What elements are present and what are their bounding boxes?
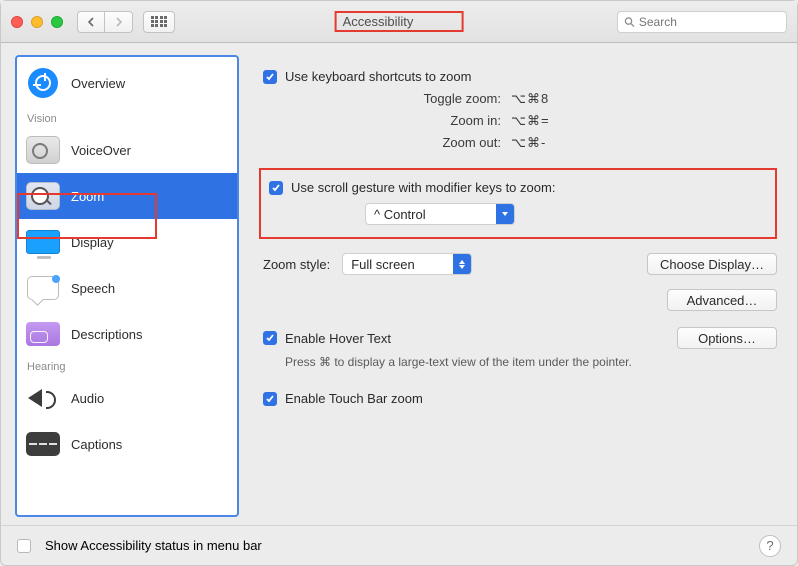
modifier-key-select[interactable]: ^ Control [365,203,515,225]
sidebar-item-voiceover[interactable]: VoiceOver [17,127,237,173]
sidebar-item-label: Overview [71,76,125,91]
search-icon [624,16,635,28]
scroll-gesture-group: Use scroll gesture with modifier keys to… [259,168,777,239]
touch-bar-checkbox[interactable] [263,392,277,406]
touch-bar-label: Enable Touch Bar zoom [285,391,423,406]
window-title: Accessibility [335,11,464,32]
status-menubar-checkbox[interactable] [17,539,31,553]
voiceover-icon [25,134,61,166]
fullscreen-window-button[interactable] [51,16,63,28]
chevron-updown-icon [453,253,471,275]
advanced-button[interactable]: Advanced… [667,289,777,311]
check-icon [265,72,275,82]
shortcut-label: Toggle zoom: [403,88,501,110]
sidebar-section-hearing: Hearing [17,357,237,375]
footer: Show Accessibility status in menu bar ? [1,525,797,565]
shortcut-value: ⌥⌘= [511,110,550,132]
search-field[interactable] [617,11,787,33]
chevron-down-icon [496,203,514,225]
sidebar: Overview Vision VoiceOver Zoom Display S… [15,55,239,517]
grid-icon [151,16,167,28]
use-shortcuts-label: Use keyboard shortcuts to zoom [285,69,471,84]
audio-icon [25,382,61,414]
sidebar-item-audio[interactable]: Audio [17,375,237,421]
scroll-gesture-checkbox[interactable] [269,181,283,195]
shortcut-label: Zoom out: [403,132,501,154]
forward-button[interactable] [105,11,133,33]
chevron-right-icon [115,17,123,27]
hover-text-label: Enable Hover Text [285,331,391,346]
zoom-style-row: Zoom style: Full screen Choose Display… [263,253,777,275]
shortcut-label: Zoom in: [403,110,501,132]
nav-buttons [77,11,133,33]
sidebar-item-label: Display [71,235,114,250]
sidebar-item-label: Captions [71,437,122,452]
status-menubar-label: Show Accessibility status in menu bar [45,538,262,553]
sidebar-item-speech[interactable]: Speech [17,265,237,311]
captions-icon [25,428,61,460]
shortcut-toggle-zoom: Toggle zoom: ⌥⌘8 [403,88,777,110]
choose-display-button[interactable]: Choose Display… [647,253,777,275]
sidebar-item-label: Speech [71,281,115,296]
sidebar-item-label: Zoom [71,189,104,204]
shortcut-list: Toggle zoom: ⌥⌘8 Zoom in: ⌥⌘= Zoom out: … [403,88,777,154]
use-shortcuts-row: Use keyboard shortcuts to zoom [263,69,777,84]
zoom-icon [25,180,61,212]
use-shortcuts-checkbox[interactable] [263,70,277,84]
touch-bar-row: Enable Touch Bar zoom [263,391,777,406]
sidebar-item-overview[interactable]: Overview [17,57,237,109]
show-all-button[interactable] [143,11,175,33]
speech-icon [25,272,61,304]
descriptions-icon [25,318,61,350]
hover-text-checkbox[interactable] [263,331,277,345]
help-button[interactable]: ? [759,535,781,557]
overview-icon [25,65,61,101]
zoom-style-label: Zoom style: [263,257,330,272]
sidebar-item-descriptions[interactable]: Descriptions [17,311,237,357]
shortcut-zoom-out: Zoom out: ⌥⌘- [403,132,777,154]
shortcut-zoom-in: Zoom in: ⌥⌘= [403,110,777,132]
scroll-gesture-label: Use scroll gesture with modifier keys to… [291,180,555,195]
close-window-button[interactable] [11,16,23,28]
sidebar-section-vision: Vision [17,109,237,127]
display-icon [25,226,61,258]
check-icon [271,183,281,193]
sidebar-item-label: Audio [71,391,104,406]
search-input[interactable] [639,15,780,29]
check-icon [265,394,275,404]
sidebar-item-display[interactable]: Display [17,219,237,265]
zoom-settings-pane: Use keyboard shortcuts to zoom Toggle zo… [253,55,783,517]
shortcut-value: ⌥⌘8 [511,88,549,110]
advanced-row: Advanced… [263,289,777,311]
hover-text-row: Enable Hover Text Options… [263,327,777,349]
sidebar-item-label: VoiceOver [71,143,131,158]
window-controls [11,16,63,28]
preferences-window: Accessibility Overview Vision VoiceOver … [0,0,798,566]
chevron-left-icon [87,17,95,27]
content-body: Overview Vision VoiceOver Zoom Display S… [1,43,797,525]
back-button[interactable] [77,11,105,33]
hover-text-options-button[interactable]: Options… [677,327,777,349]
hover-text-hint: Press ⌘ to display a large-text view of … [285,355,777,369]
zoom-style-value: Full screen [343,257,453,272]
sidebar-item-captions[interactable]: Captions [17,421,237,467]
sidebar-item-zoom[interactable]: Zoom [17,173,237,219]
check-icon [265,333,275,343]
zoom-style-select[interactable]: Full screen [342,253,472,275]
titlebar: Accessibility [1,1,797,43]
modifier-key-value: ^ Control [366,207,496,222]
shortcut-value: ⌥⌘- [511,132,546,154]
sidebar-item-label: Descriptions [71,327,143,342]
minimize-window-button[interactable] [31,16,43,28]
scroll-gesture-row: Use scroll gesture with modifier keys to… [269,180,705,195]
